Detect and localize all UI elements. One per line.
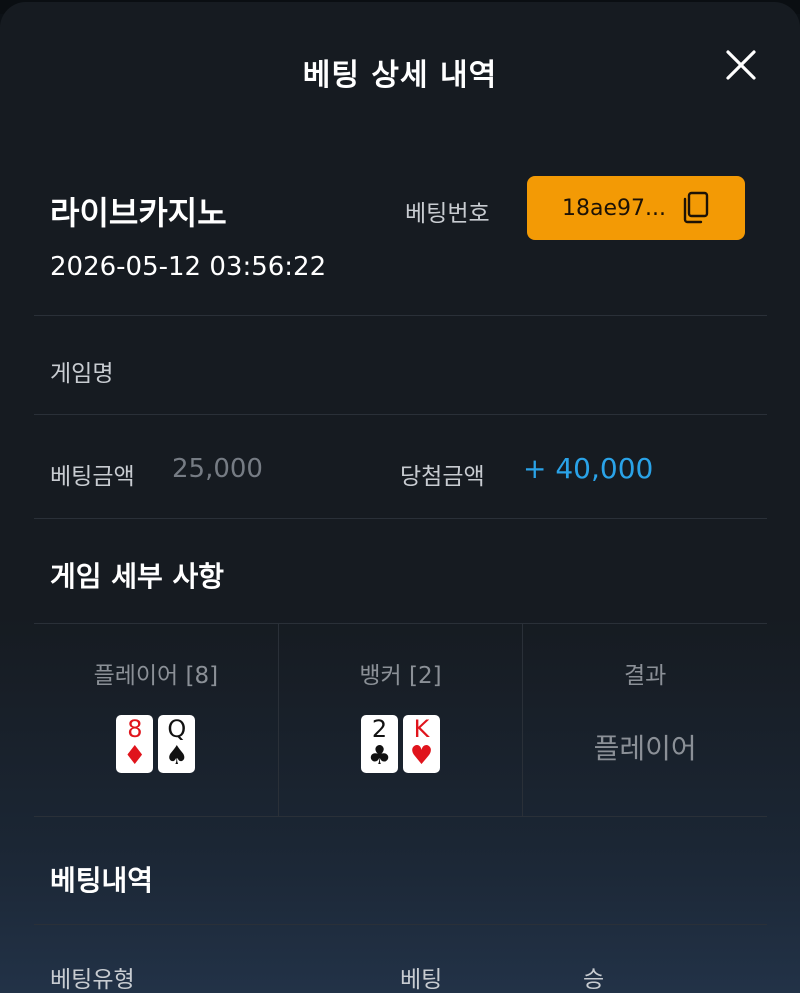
win-amount-value: + 40,000 xyxy=(523,452,654,485)
player-header: 플레이어 [8] xyxy=(93,663,219,689)
copy-icon xyxy=(683,191,709,224)
playing-card: K ♥ xyxy=(403,715,440,773)
playing-card: 2 ♣ xyxy=(361,715,398,773)
game-details-grid: 플레이어 [8] 8 ♦ Q ♠ 뱅커 [2] 2 ♣ K ♥ 결과 플레이어 xyxy=(34,623,767,817)
result-column: 결과 플레이어 xyxy=(522,624,767,816)
provider-name: 라이브카지노 xyxy=(50,194,227,232)
card-rank: Q xyxy=(167,715,187,743)
banker-cards: 2 ♣ K ♥ xyxy=(279,715,523,773)
divider xyxy=(34,414,767,415)
bet-number-label: 베팅번호 xyxy=(405,201,490,227)
game-details-title: 게임 세부 사항 xyxy=(50,560,225,593)
bet-history-title: 베팅내역 xyxy=(50,864,154,897)
banker-column: 뱅커 [2] 2 ♣ K ♥ xyxy=(277,624,523,816)
game-name-label: 게임명 xyxy=(50,361,114,387)
card-rank: K xyxy=(413,715,430,743)
bet-detail-sheet: 베팅 상세 내역 라이브카지노 2026-05-12 03:56:22 베팅번호… xyxy=(0,2,800,993)
bet-number-copy-button[interactable]: 18ae97... xyxy=(527,176,745,240)
sheet-title: 베팅 상세 내역 xyxy=(302,58,498,93)
close-icon xyxy=(726,50,756,80)
result-header: 결과 xyxy=(624,663,667,689)
card-rank: 2 xyxy=(371,715,388,743)
win-amount-label: 당첨금액 xyxy=(400,464,485,490)
playing-card: 8 ♦ xyxy=(116,715,154,773)
player-cards: 8 ♦ Q ♠ xyxy=(34,715,278,773)
divider xyxy=(34,315,767,316)
card-rank: 8 xyxy=(127,715,143,743)
bet-column-header: 베팅 xyxy=(400,967,443,993)
bet-amount-value: 25,000 xyxy=(172,454,263,484)
heart-suit-icon: ♥ xyxy=(409,741,434,771)
bet-amount-label: 베팅금액 xyxy=(50,464,135,490)
win-column-header: 승 xyxy=(583,967,605,993)
bet-number-value: 18ae97... xyxy=(562,195,666,221)
diamond-suit-icon: ♦ xyxy=(123,741,147,771)
divider xyxy=(34,518,767,519)
club-suit-icon: ♣ xyxy=(367,741,392,771)
result-value: 플레이어 xyxy=(593,732,697,765)
bet-type-column-header: 베팅유형 xyxy=(50,967,135,993)
banker-header: 뱅커 [2] xyxy=(359,663,442,689)
bet-datetime: 2026-05-12 03:56:22 xyxy=(50,252,327,282)
playing-card: Q ♠ xyxy=(158,715,196,773)
close-button[interactable] xyxy=(718,42,764,88)
divider xyxy=(34,924,767,925)
spade-suit-icon: ♠ xyxy=(165,741,189,771)
player-column: 플레이어 [8] 8 ♦ Q ♠ xyxy=(34,624,278,816)
